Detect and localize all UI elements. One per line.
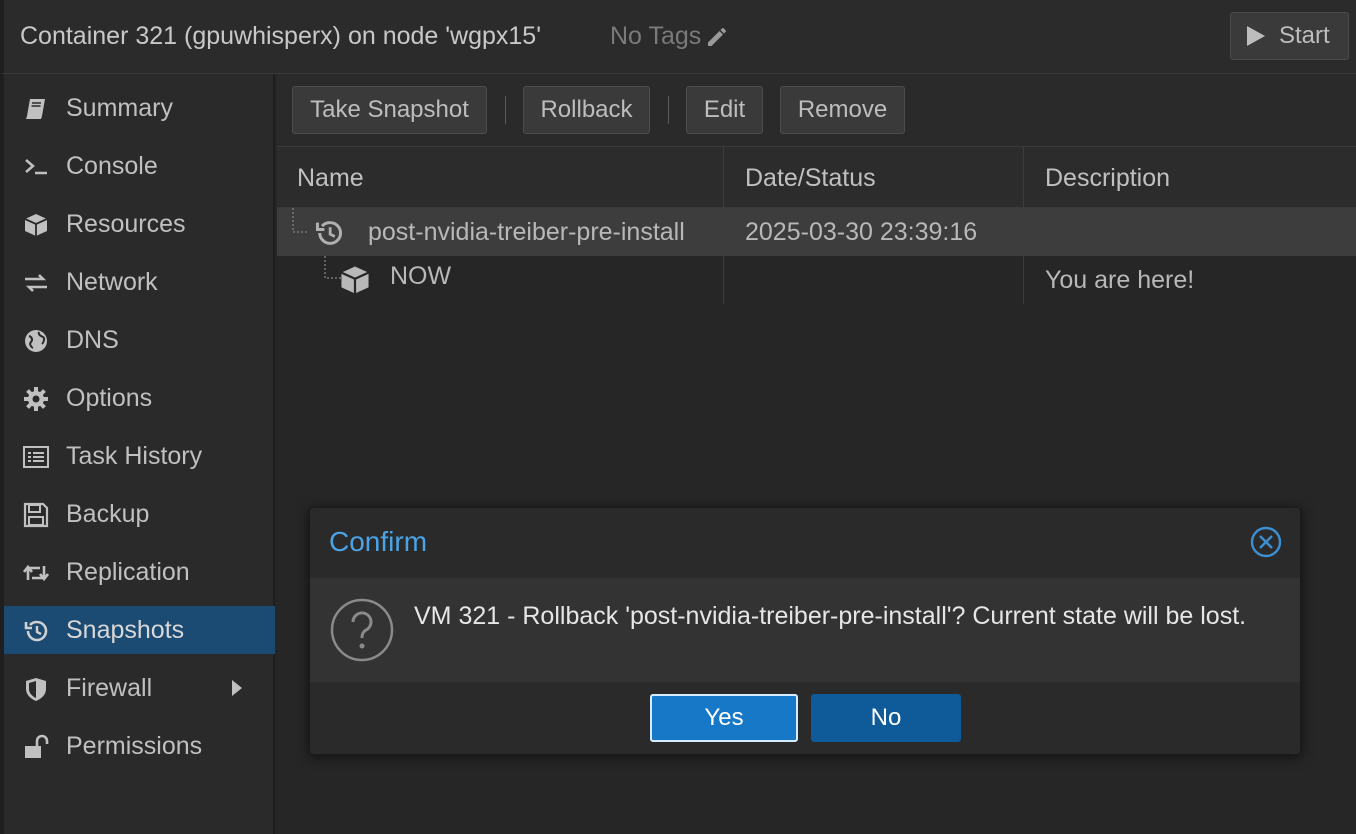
yes-button[interactable]: Yes: [650, 694, 798, 742]
dialog-message: VM 321 - Rollback 'post-nvidia-treiber-p…: [414, 602, 1247, 630]
question-icon: [330, 598, 394, 662]
close-icon[interactable]: [1250, 526, 1282, 558]
dialog-body: VM 321 - Rollback 'post-nvidia-treiber-p…: [310, 578, 1300, 682]
dialog-title: Confirm: [329, 526, 428, 557]
no-button[interactable]: No: [811, 694, 961, 742]
modal-overlay: Confirm VM 321 - Rollback 'post-nvidia-t…: [0, 0, 1356, 834]
confirm-dialog: Confirm VM 321 - Rollback 'post-nvidia-t…: [309, 507, 1301, 755]
